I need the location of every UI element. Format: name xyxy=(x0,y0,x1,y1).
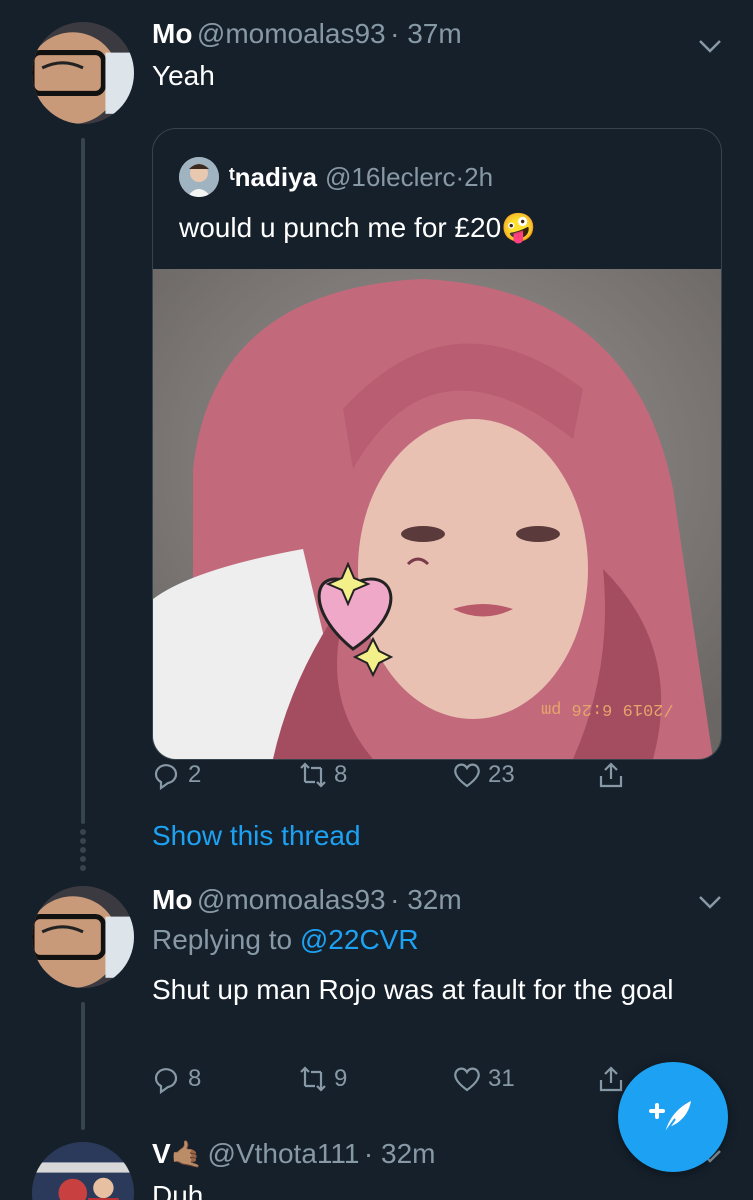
retweet-button[interactable]: 9 xyxy=(298,1064,452,1094)
retweet-icon xyxy=(300,1066,326,1092)
tweet-actions: 8 9 31 xyxy=(152,1064,632,1094)
retweet-count: 8 xyxy=(334,761,348,788)
timestamp[interactable]: 37m xyxy=(407,18,461,49)
tweet-header: Mo @momoalas93 · 37m xyxy=(152,18,462,50)
chevron-down-icon[interactable] xyxy=(697,892,723,912)
quoted-tweet-text: would u punch me for £20🤪 xyxy=(179,211,536,244)
tweet-actions: 2 8 23 xyxy=(152,760,632,790)
avatar[interactable] xyxy=(32,1142,134,1200)
user-handle[interactable]: @momoalas93 xyxy=(197,18,386,49)
display-name[interactable]: Mo xyxy=(152,18,192,49)
retweet-button[interactable]: 8 xyxy=(298,760,452,790)
share-button[interactable] xyxy=(596,760,632,790)
quoted-display-name: ᵗnadiya xyxy=(229,161,318,192)
user-handle[interactable]: @Vthota111 xyxy=(208,1138,360,1169)
quoted-handle: @16leclerc xyxy=(325,161,456,192)
quoted-tweet-header: ᵗnadiya @16leclerc · 2h xyxy=(179,157,493,197)
tweet-text: Shut up man Rojo was at fault for the go… xyxy=(152,974,674,1005)
quoted-timestamp: 2h xyxy=(464,161,494,192)
quoted-tweet[interactable]: ᵗnadiya @16leclerc · 2h would u punch me… xyxy=(152,128,722,760)
timestamp[interactable]: 32m xyxy=(407,884,461,915)
like-button[interactable]: 23 xyxy=(452,760,596,790)
replying-to: Replying to @22CVR xyxy=(152,920,419,960)
separator-dot: · xyxy=(455,161,465,192)
share-icon xyxy=(599,762,623,788)
heart-icon xyxy=(454,1067,480,1092)
avatar[interactable] xyxy=(32,886,134,988)
separator-dot: · xyxy=(390,18,408,49)
user-handle[interactable]: @momoalas93 xyxy=(197,884,386,915)
tweet-header: V🤙🏽 @Vthota111 · 32m xyxy=(152,1138,435,1170)
replying-to-label: Replying to xyxy=(152,924,293,955)
quoted-text: would u punch me for £20 xyxy=(179,212,502,243)
reply-button[interactable]: 2 xyxy=(152,760,298,790)
thread-line xyxy=(81,1002,85,1130)
call-me-hand-emoji: 🤙🏽 xyxy=(170,1139,204,1169)
like-count: 31 xyxy=(488,1065,515,1092)
display-name[interactable]: V xyxy=(152,1138,171,1169)
reply-button[interactable]: 8 xyxy=(152,1064,298,1094)
thread-gap-indicator xyxy=(79,826,87,874)
tweet-header: Mo @momoalas93 · 32m xyxy=(152,884,462,916)
tweet-text: Duh xyxy=(152,1180,204,1200)
quoted-avatar xyxy=(179,157,219,197)
avatar[interactable] xyxy=(32,22,134,124)
reply-icon xyxy=(154,764,178,790)
chevron-down-icon[interactable] xyxy=(697,36,723,56)
retweet-icon xyxy=(300,762,326,788)
tweet-text: Yeah xyxy=(152,60,215,91)
photo-timestamp: /2019 6:26 pm xyxy=(541,699,674,718)
like-button[interactable]: 31 xyxy=(452,1064,596,1094)
reply-count: 2 xyxy=(188,761,202,788)
compose-tweet-button[interactable] xyxy=(618,1062,728,1172)
avatar-image xyxy=(32,1142,134,1200)
heart-icon xyxy=(454,763,480,788)
tweet-1[interactable]: Mo @momoalas93 · 37m Yeah ᵗnadiya @16lec… xyxy=(0,18,753,838)
separator-dot: · xyxy=(363,1138,382,1169)
compose-tweet-icon xyxy=(649,1101,691,1134)
like-count: 23 xyxy=(488,761,515,788)
quoted-photo[interactable]: /2019 6:26 pm xyxy=(153,269,721,759)
retweet-count: 9 xyxy=(334,1065,348,1092)
show-thread-link[interactable]: Show this thread xyxy=(152,820,361,852)
timestamp[interactable]: 32m xyxy=(381,1138,435,1169)
photo-image: /2019 6:26 pm xyxy=(153,269,721,759)
zany-face-emoji: 🤪 xyxy=(501,212,537,243)
display-name[interactable]: Mo xyxy=(152,884,192,915)
share-icon xyxy=(599,1066,623,1092)
reply-icon xyxy=(154,1068,178,1094)
avatar-image xyxy=(32,22,134,124)
thread-line xyxy=(81,138,85,824)
replying-to-handle[interactable]: @22CVR xyxy=(300,924,419,955)
avatar-image xyxy=(32,886,134,988)
reply-count: 8 xyxy=(188,1065,202,1092)
separator-dot: · xyxy=(390,884,408,915)
